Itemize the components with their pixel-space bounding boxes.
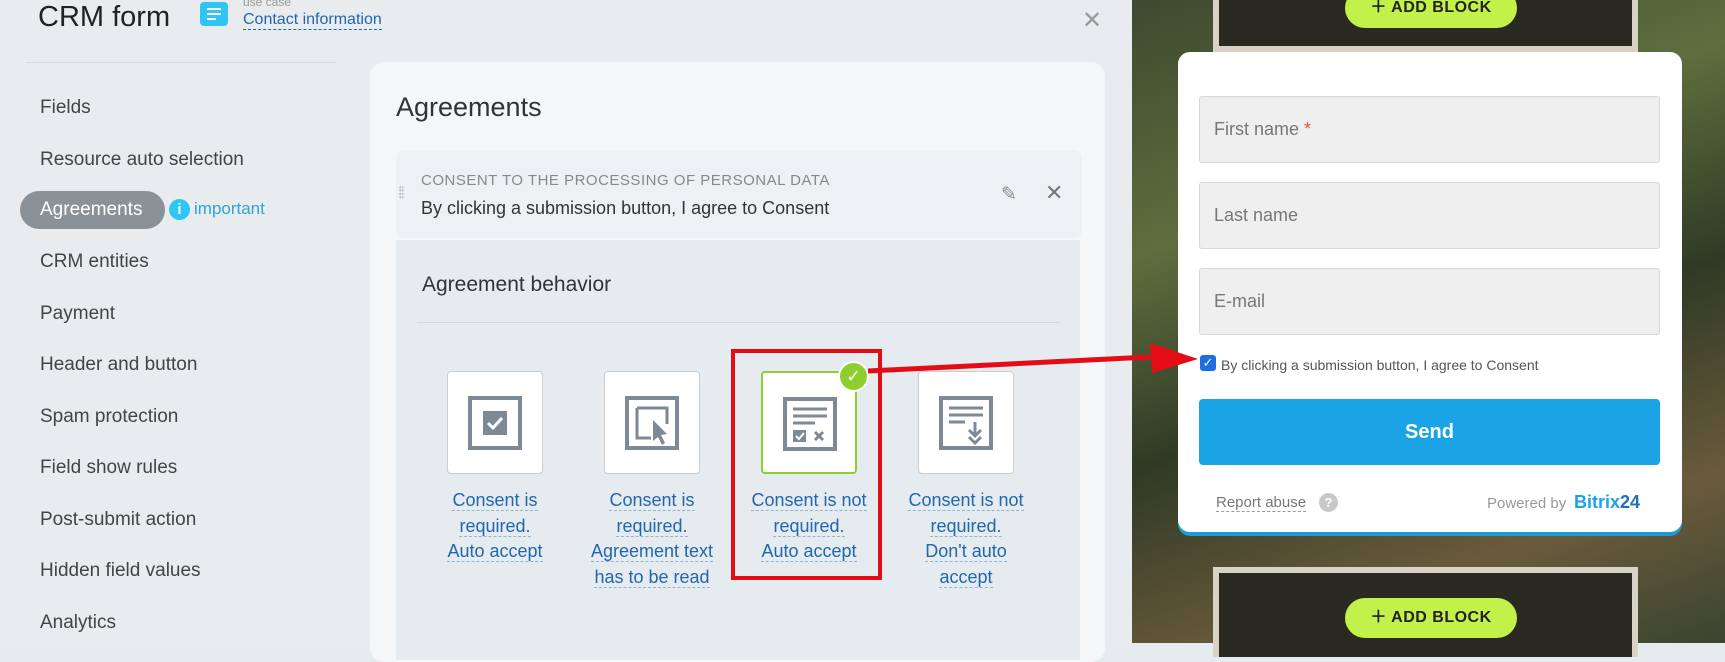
divider bbox=[417, 322, 1060, 323]
report-abuse-link[interactable]: Report abuse bbox=[1216, 494, 1307, 512]
powered-by-label: Powered by bbox=[1487, 495, 1567, 512]
option-label[interactable]: Consent is required. Agreement text has … bbox=[572, 488, 732, 590]
behavior-title: Agreement behavior bbox=[422, 273, 612, 296]
required-mark: * bbox=[1304, 119, 1312, 139]
sidebar-item-hidden-field-values[interactable]: Hidden field values bbox=[40, 559, 201, 583]
send-button[interactable]: Send bbox=[1199, 399, 1660, 465]
last-name-field[interactable]: Last name bbox=[1199, 182, 1660, 249]
add-block-button[interactable]: ＋ ADD BLOCK bbox=[1345, 0, 1517, 28]
sidebar-item-resource-auto-selection[interactable]: Resource auto selection bbox=[40, 148, 244, 172]
consent-checkbox-label: By clicking a submission button, I agree… bbox=[1221, 357, 1539, 373]
use-case-link[interactable]: Contact information bbox=[243, 11, 382, 30]
form-icon bbox=[200, 2, 228, 26]
sidebar-item-fields[interactable]: Fields bbox=[40, 96, 91, 120]
sidebar-item-crm-entities[interactable]: CRM entities bbox=[40, 250, 149, 274]
consent-checkbox[interactable]: ✓ bbox=[1200, 355, 1216, 371]
info-icon: i bbox=[169, 199, 190, 220]
email-field[interactable]: E-mail bbox=[1199, 268, 1660, 335]
use-case-label: use case bbox=[243, 0, 292, 9]
first-name-field[interactable]: First name * bbox=[1199, 96, 1660, 163]
option-label[interactable]: Consent is not required. Don't auto acce… bbox=[886, 488, 1046, 590]
cursor-click-icon bbox=[625, 396, 679, 450]
consent-caption: CONSENT TO THE PROCESSING OF PERSONAL DA… bbox=[421, 172, 830, 189]
important-link[interactable]: important bbox=[194, 199, 265, 219]
drag-handle-icon[interactable]: ⁞⁞ bbox=[398, 185, 405, 203]
sidebar-item-label: Agreements bbox=[40, 199, 143, 220]
close-icon[interactable]: ✕ bbox=[1045, 180, 1063, 206]
add-block-button[interactable]: ＋ ADD BLOCK bbox=[1345, 598, 1517, 638]
divider bbox=[26, 62, 336, 63]
sidebar-item-header-and-button[interactable]: Header and button bbox=[40, 353, 197, 377]
option-label[interactable]: Consent is not required. Auto accept bbox=[729, 488, 889, 565]
option-consent-required-read-text[interactable] bbox=[604, 371, 700, 474]
sidebar-item-spam-protection[interactable]: Spam protection bbox=[40, 405, 178, 429]
pencil-icon[interactable]: ✎ bbox=[1001, 183, 1017, 206]
consent-item bbox=[396, 150, 1082, 238]
sidebar-item-analytics[interactable]: Analytics bbox=[40, 611, 116, 635]
option-consent-not-required-no-auto-accept[interactable] bbox=[918, 371, 1014, 474]
brand-logo[interactable]: Bitrix24 bbox=[1574, 492, 1640, 513]
option-label[interactable]: Consent is required. Auto accept bbox=[415, 488, 575, 565]
sidebar-item-field-show-rules[interactable]: Field show rules bbox=[40, 456, 177, 480]
agreements-title: Agreements bbox=[396, 92, 542, 122]
sidebar-item-payment[interactable]: Payment bbox=[40, 302, 115, 326]
option-consent-required-auto-accept[interactable] bbox=[447, 371, 543, 474]
consent-text: By clicking a submission button, I agree… bbox=[421, 198, 830, 218]
sidebar-item-post-submit-action[interactable]: Post-submit action bbox=[40, 508, 196, 532]
document-download-icon bbox=[939, 396, 993, 450]
checkbox-icon bbox=[468, 396, 522, 450]
help-icon[interactable]: ? bbox=[1319, 493, 1338, 512]
close-icon[interactable]: ✕ bbox=[1082, 6, 1102, 35]
page-title: CRM form bbox=[38, 1, 171, 33]
